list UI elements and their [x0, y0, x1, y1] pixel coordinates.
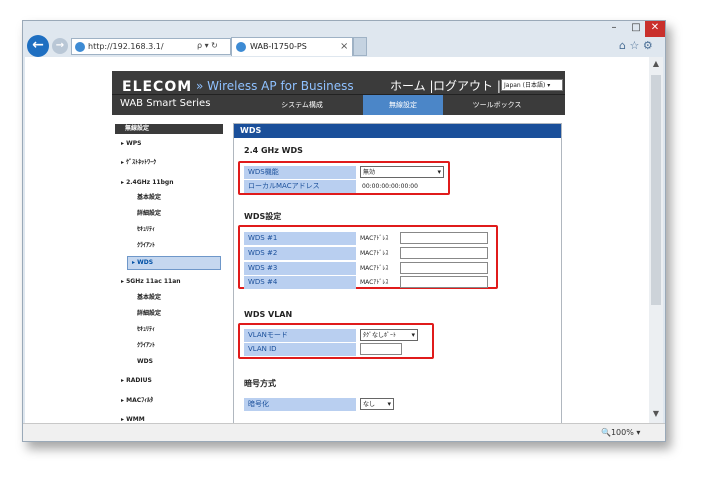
main-panel: WDS 2.4 GHz WDS WDS機能 無効 ▾ ローカルMACアドレス 00… [233, 123, 562, 423]
forward-button[interactable]: → [52, 38, 68, 54]
vlan-mode-select[interactable]: ﾀｸﾞなしﾎﾟｰﾄ ▾ [360, 329, 418, 341]
wds3-label: WDS #3 [244, 262, 356, 275]
sidebar-item-wmm[interactable]: ▸ WMM [121, 413, 225, 423]
sidebar-item-24ghz[interactable]: ▸ 2.4GHz 11bgn [121, 176, 225, 190]
chevron-down-icon: ▾ [547, 82, 551, 89]
nav-toolbox[interactable]: ツールボックス [452, 95, 542, 115]
sidebar-item-24-detail[interactable]: 詳細設定 [137, 207, 217, 221]
sidebar-item-24-client[interactable]: ｸﾗｲｱﾝﾄ [137, 239, 217, 253]
minimize-button[interactable]: – [603, 21, 625, 37]
back-button[interactable]: ← [27, 35, 49, 57]
new-tab-button[interactable] [353, 37, 367, 56]
chevron-down-icon: ▾ [411, 331, 415, 339]
sidebar-item-5-security[interactable]: ｾｷｭﾘﾃｨ [137, 323, 217, 337]
wds-function-label: WDS機能 [244, 166, 356, 179]
home-favorites-settings-icons[interactable]: ⌂ ☆ ⚙ [619, 39, 653, 52]
nav-wireless-settings[interactable]: 無線設定 [363, 95, 443, 115]
vlan-id-label: VLAN ID [244, 343, 356, 356]
page-viewport: ELECOM » Wireless AP for Business ホーム | … [25, 57, 649, 423]
scroll-up-icon[interactable]: ▲ [649, 59, 663, 69]
sidebar-item-5-detail[interactable]: 詳細設定 [137, 307, 217, 321]
zoom-level[interactable]: 🔍100% ▾ [601, 428, 640, 437]
language-value: Japan (日本語) [504, 82, 546, 89]
wds4-mac-label: MACｱﾄﾞﾚｽ [360, 279, 389, 286]
wds-function-select[interactable]: 無効 ▾ [360, 166, 444, 178]
browser-window: – □ ✕ ← → http://192.168.3.1/ ρ ▾ ↻ WAB-… [22, 20, 666, 442]
wds1-mac-label: MACｱﾄﾞﾚｽ [360, 235, 389, 242]
encryption-select[interactable]: なし ▾ [360, 398, 394, 410]
address-text: http://192.168.3.1/ [88, 42, 164, 51]
sidebar-item-24-security[interactable]: ｾｷｭﾘﾃｨ [137, 223, 217, 237]
tab-close-icon[interactable]: × [340, 41, 348, 52]
nav-system-config[interactable]: システム構成 [262, 95, 342, 115]
page-icon [75, 42, 85, 52]
sidebar-title: 無線設定 [115, 124, 223, 134]
wds4-mac-input[interactable] [400, 276, 488, 288]
sidebar: 無線設定 ▸ WPS ▸ ｹﾞｽﾄﾈｯﾄﾜｰｸ ▸ 2.4GHz 11bgn 基… [113, 122, 225, 423]
section-24ghz-wds: 2.4 GHz WDS [244, 146, 303, 155]
logout-link[interactable]: ログアウト | [433, 77, 501, 94]
status-bar: 🔍100% ▾ [23, 423, 665, 441]
vertical-scrollbar[interactable]: ▲ ▼ [649, 57, 663, 423]
wds3-mac-input[interactable] [400, 262, 488, 274]
chevron-down-icon: ▾ [387, 400, 391, 408]
series-name: WAB Smart Series [120, 98, 211, 109]
section-wds-vlan: WDS VLAN [244, 310, 293, 319]
scroll-thumb[interactable] [651, 75, 661, 305]
wds2-mac-input[interactable] [400, 247, 488, 259]
browser-tab[interactable]: WAB-I1750-PS × [231, 37, 353, 56]
home-link[interactable]: ホーム | [390, 77, 434, 94]
maximize-button[interactable]: □ [625, 21, 647, 37]
chevron-down-icon: ▾ [437, 168, 441, 176]
sidebar-item-5-client[interactable]: ｸﾗｲｱﾝﾄ [137, 339, 217, 353]
panel-header: WDS [234, 124, 561, 138]
local-mac-label: ローカルMACアドレス [244, 180, 356, 193]
tagline: » Wireless AP for Business [196, 79, 354, 93]
wds2-mac-label: MACｱﾄﾞﾚｽ [360, 250, 389, 257]
site-header: ELECOM » Wireless AP for Business ホーム | … [112, 71, 565, 115]
vlan-mode-label: VLANモード [244, 329, 356, 342]
wds1-label: WDS #1 [244, 232, 356, 245]
sidebar-item-5-wds[interactable]: WDS [137, 355, 217, 369]
address-bar[interactable]: http://192.168.3.1/ ρ ▾ ↻ [71, 38, 231, 55]
encryption-value: なし [363, 401, 376, 408]
close-button[interactable]: ✕ [645, 21, 665, 37]
sidebar-item-radius[interactable]: ▸ RADIUS [121, 374, 225, 388]
tab-page-icon [236, 42, 246, 52]
vlan-id-input[interactable] [360, 343, 402, 355]
wds-function-value: 無効 [363, 169, 376, 176]
sidebar-item-5ghz[interactable]: ▸ 5GHz 11ac 11an [121, 275, 225, 289]
scroll-down-icon[interactable]: ▼ [649, 409, 663, 419]
wds2-label: WDS #2 [244, 247, 356, 260]
section-wds-settings: WDS設定 [244, 212, 282, 221]
sidebar-item-24-basic[interactable]: 基本設定 [137, 191, 217, 205]
sidebar-item-wps[interactable]: ▸ WPS [121, 137, 225, 151]
elecom-logo: ELECOM [122, 79, 193, 95]
section-encryption: 暗号方式 [244, 379, 276, 388]
wds1-mac-input[interactable] [400, 232, 488, 244]
local-mac-value: 00:00:00:00:00:00 [362, 183, 418, 190]
wds3-mac-label: MACｱﾄﾞﾚｽ [360, 265, 389, 272]
vlan-mode-value: ﾀｸﾞなしﾎﾟｰﾄ [363, 332, 397, 339]
language-select[interactable]: Japan (日本語) ▾ [501, 79, 563, 91]
tab-title: WAB-I1750-PS [250, 42, 307, 51]
sidebar-item-guest-network[interactable]: ▸ ｹﾞｽﾄﾈｯﾄﾜｰｸ [121, 156, 225, 170]
sidebar-item-macfilter[interactable]: ▸ MACﾌｨﾙﾀ [121, 394, 225, 408]
wds4-label: WDS #4 [244, 276, 356, 289]
encryption-label: 暗号化 [244, 398, 356, 411]
sidebar-item-5-basic[interactable]: 基本設定 [137, 291, 217, 305]
sidebar-item-24-wds-active[interactable]: ▸ WDS [127, 256, 221, 270]
search-refresh-icons[interactable]: ρ ▾ ↻ [197, 41, 218, 50]
